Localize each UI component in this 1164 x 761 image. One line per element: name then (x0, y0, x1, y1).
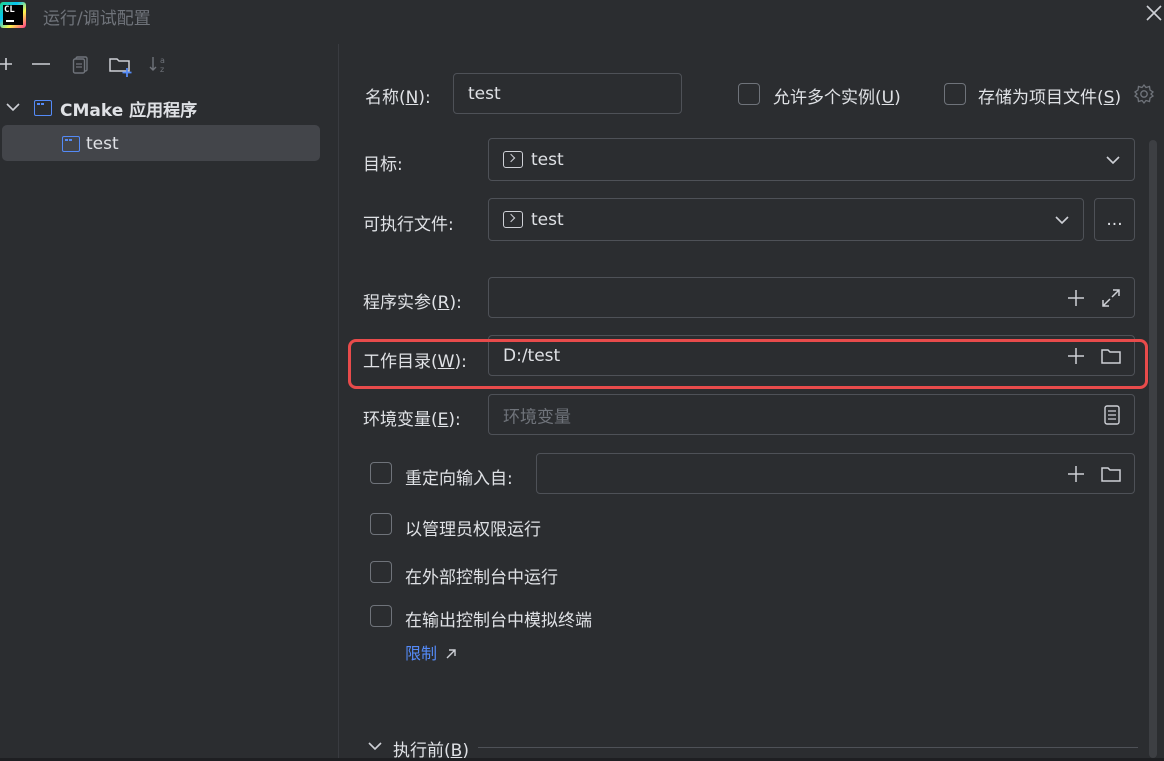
env-vars-label: 环境变量(E): (363, 410, 461, 430)
copy-icon[interactable] (72, 54, 90, 74)
store-as-file-checkbox[interactable] (944, 83, 966, 105)
name-input[interactable]: test (453, 73, 682, 114)
title-bar: CL 运行/调试配置 (0, 0, 1164, 44)
executable-label: 可执行文件: (363, 215, 454, 235)
limit-link[interactable]: 限制 (405, 640, 457, 664)
redirect-input-field[interactable] (536, 453, 1135, 494)
program-args-label: 程序实参(R): (363, 293, 462, 313)
redirect-input-label: 重定向输入自: (405, 469, 513, 489)
before-launch-label[interactable]: 执行前(B) (393, 736, 469, 761)
chevron-down-icon[interactable] (368, 741, 382, 751)
gear-icon[interactable] (1133, 83, 1155, 105)
sort-icon[interactable]: a z (148, 54, 170, 74)
store-as-file-label: 存储为项目文件(S) (978, 88, 1122, 108)
tree-root-label: CMake 应用程序 (60, 100, 198, 121)
tree-item-cmake-app[interactable]: CMake 应用程序 (34, 96, 198, 121)
browse-executable-button[interactable]: ... (1094, 198, 1135, 241)
expand-icon[interactable] (1100, 287, 1122, 309)
allow-multiple-checkbox[interactable] (738, 83, 760, 105)
arrow-up-right-icon (446, 649, 456, 659)
target-value: test (531, 149, 564, 170)
cmake-app-icon (34, 100, 52, 116)
svg-text:a: a (160, 56, 165, 65)
add-macro-icon[interactable] (1066, 288, 1086, 308)
window-title: 运行/调试配置 (43, 9, 151, 29)
chevron-down-icon (1055, 215, 1069, 224)
name-value: test (468, 83, 501, 104)
remove-icon[interactable] (31, 54, 51, 74)
run-as-admin-checkbox[interactable] (370, 513, 392, 535)
target-combobox[interactable]: test (488, 138, 1135, 181)
close-icon[interactable] (1144, 3, 1164, 23)
env-vars-placeholder: 环境变量 (503, 407, 571, 427)
tree-item-test[interactable]: test (62, 132, 119, 156)
emulate-terminal-label: 在输出控制台中模拟终端 (405, 611, 592, 631)
external-console-label: 在外部控制台中运行 (405, 568, 558, 588)
add-icon[interactable] (0, 54, 14, 74)
target-label: 目标: (363, 155, 403, 175)
terminal-icon (503, 211, 523, 228)
svg-text:z: z (160, 65, 164, 74)
program-args-input[interactable] (488, 277, 1135, 318)
tree-selection (2, 125, 320, 161)
env-vars-input[interactable]: 环境变量 (488, 394, 1135, 435)
chevron-down-icon (1106, 155, 1120, 164)
executable-value: test (531, 209, 564, 230)
edit-env-icon[interactable] (1102, 404, 1122, 426)
external-console-checkbox[interactable] (370, 561, 392, 583)
emulate-terminal-checkbox[interactable] (370, 605, 392, 627)
chevron-down-icon[interactable] (6, 102, 20, 112)
clion-logo-icon: CL (0, 2, 26, 28)
logo-text: CL (4, 5, 15, 15)
add-macro-icon[interactable] (1066, 464, 1086, 484)
folder-icon[interactable] (1100, 464, 1122, 484)
allow-multiple-label: 允许多个实例(U) (773, 88, 901, 108)
scrollbar[interactable] (1149, 140, 1157, 758)
run-as-admin-label: 以管理员权限运行 (405, 520, 541, 540)
executable-combobox[interactable]: test (488, 198, 1084, 241)
redirect-input-checkbox[interactable] (370, 462, 392, 484)
config-tree-panel: a z CMake 应用程序 test (0, 44, 339, 758)
tree-child-label: test (86, 134, 119, 154)
working-dir-highlight (348, 339, 1148, 389)
cmake-target-icon (62, 136, 80, 152)
browse-label: ... (1106, 209, 1123, 230)
terminal-icon (503, 151, 523, 168)
new-folder-icon[interactable] (108, 54, 134, 78)
name-label: 名称(N): (365, 88, 431, 108)
section-divider (478, 747, 1138, 748)
